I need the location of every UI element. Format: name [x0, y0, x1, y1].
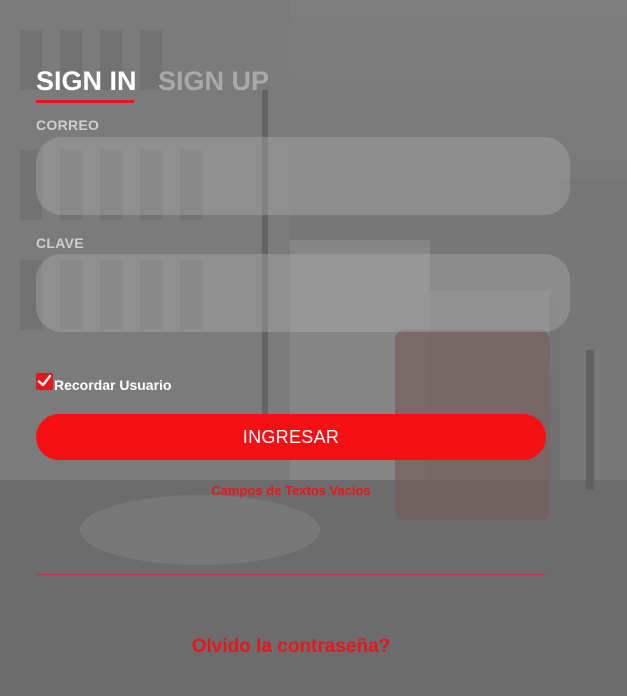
- tab-sign-in[interactable]: SIGN IN: [36, 66, 137, 97]
- check-icon: [37, 374, 52, 387]
- active-tab-indicator: [36, 100, 134, 103]
- forgot-password-link[interactable]: Olvido la contraseña?: [36, 636, 546, 658]
- error-message: Campos de Textos Vacios: [211, 483, 371, 498]
- email-field[interactable]: [36, 137, 570, 215]
- email-label: CORREO: [36, 117, 100, 133]
- submit-button[interactable]: INGRESAR: [36, 414, 546, 460]
- login-panel: SIGN IN SIGN UP CORREO CLAVE Recordar Us…: [0, 0, 627, 696]
- remember-checkbox[interactable]: [36, 373, 53, 390]
- password-field[interactable]: [36, 254, 570, 332]
- divider: [36, 574, 546, 575]
- password-label: CLAVE: [36, 235, 84, 251]
- tab-sign-up[interactable]: SIGN UP: [158, 66, 269, 97]
- remember-label: Recordar Usuario: [54, 377, 172, 393]
